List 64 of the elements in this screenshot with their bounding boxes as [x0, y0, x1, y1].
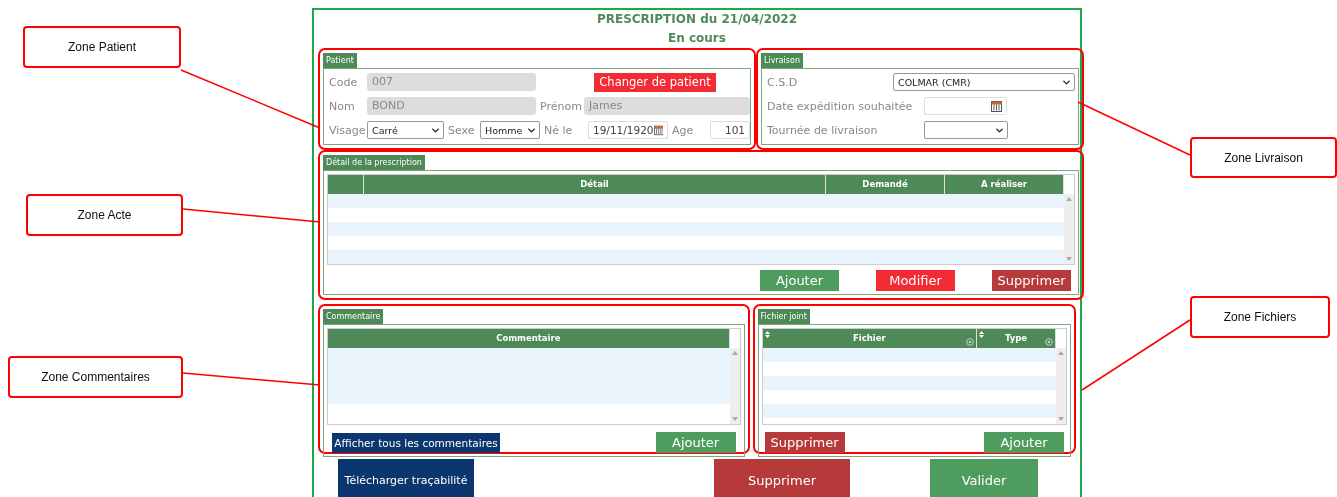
callout-label: Zone Commentaires: [8, 356, 183, 398]
add-button[interactable]: Ajouter: [760, 270, 839, 291]
calendar-icon[interactable]: [653, 124, 663, 136]
table-row[interactable]: [328, 222, 1064, 236]
callout-label: Zone Acte: [26, 194, 183, 236]
calendar-icon[interactable]: [991, 100, 1002, 112]
route-dropdown[interactable]: [924, 121, 1008, 139]
birth-date-field[interactable]: 19/11/1920: [588, 121, 668, 139]
sort-icon[interactable]: [979, 331, 984, 338]
options-icon[interactable]: [966, 338, 974, 346]
table-row[interactable]: [762, 404, 1056, 418]
download-button[interactable]: Télécharger traçabilité: [338, 459, 474, 497]
callout-label: Zone Fichiers: [1190, 296, 1330, 338]
sex-dropdown[interactable]: Homme: [480, 121, 540, 139]
show-all-comments-button[interactable]: Afficher tous les commentaires: [332, 432, 500, 453]
first-name-field[interactable]: James: [584, 97, 750, 115]
scroll-down-icon[interactable]: [1058, 417, 1064, 421]
delete-button[interactable]: Supprimer: [764, 432, 845, 453]
change-patient-button[interactable]: Changer de patient: [594, 72, 716, 92]
scroll-down-icon[interactable]: [1066, 257, 1072, 261]
table-row[interactable]: [328, 250, 1064, 264]
table-row[interactable]: [328, 348, 730, 404]
field-label: Date expédition souhaitée: [767, 99, 914, 113]
prescription-title: PRESCRIPTION du 21/04/2022: [595, 11, 799, 28]
field-label: Nom: [329, 99, 356, 113]
table-row[interactable]: [762, 376, 1056, 390]
field-label: Né le: [544, 123, 574, 137]
field-label: Tournée de livraison: [767, 123, 879, 137]
scroll-down-icon[interactable]: [731, 417, 738, 421]
scroll-up-icon[interactable]: [1058, 351, 1064, 355]
field-label: Prénom: [540, 99, 580, 113]
delete-button[interactable]: Supprimer: [992, 270, 1071, 291]
table-row[interactable]: [328, 194, 1064, 208]
field-label: Visage: [329, 123, 363, 137]
scroll-up-icon[interactable]: [731, 351, 738, 355]
age-field[interactable]: 101: [710, 121, 750, 139]
options-icon[interactable]: [1045, 338, 1053, 346]
shipping-date-field[interactable]: [924, 97, 1007, 115]
validate-button[interactable]: Valider: [930, 459, 1038, 497]
sort-icon[interactable]: [764, 331, 770, 338]
section-tab[interactable]: Détail de la prescription: [323, 155, 425, 170]
name-field[interactable]: BOND: [367, 97, 536, 115]
field-label: Age: [672, 123, 695, 137]
scrollbar[interactable]: [1064, 194, 1074, 264]
edit-button[interactable]: Modifier: [876, 270, 955, 291]
field-label: C.S.D: [767, 75, 799, 89]
csd-dropdown[interactable]: COLMAR (CMR): [893, 73, 1075, 91]
scrollbar[interactable]: [1056, 348, 1066, 424]
scroll-up-icon[interactable]: [1066, 197, 1072, 201]
scrollbar[interactable]: [729, 348, 740, 424]
field-label: Sexe: [448, 123, 476, 137]
field-label: Code: [329, 75, 359, 89]
callout-label: Zone Livraison: [1190, 137, 1337, 178]
section-tab[interactable]: Commentaire: [323, 309, 384, 324]
section-tab[interactable]: Livraison: [761, 53, 803, 68]
prescription-status: En cours: [667, 30, 727, 47]
face-dropdown[interactable]: Carré: [367, 121, 444, 139]
code-field[interactable]: 007: [367, 73, 536, 91]
add-button[interactable]: Ajouter: [655, 432, 736, 453]
section-tab[interactable]: Patient: [323, 53, 357, 68]
delete-button[interactable]: Supprimer: [714, 459, 850, 497]
callout-label: Zone Patient: [23, 26, 181, 68]
add-button[interactable]: Ajouter: [984, 432, 1064, 453]
section-tab[interactable]: Fichier joint: [757, 309, 810, 324]
